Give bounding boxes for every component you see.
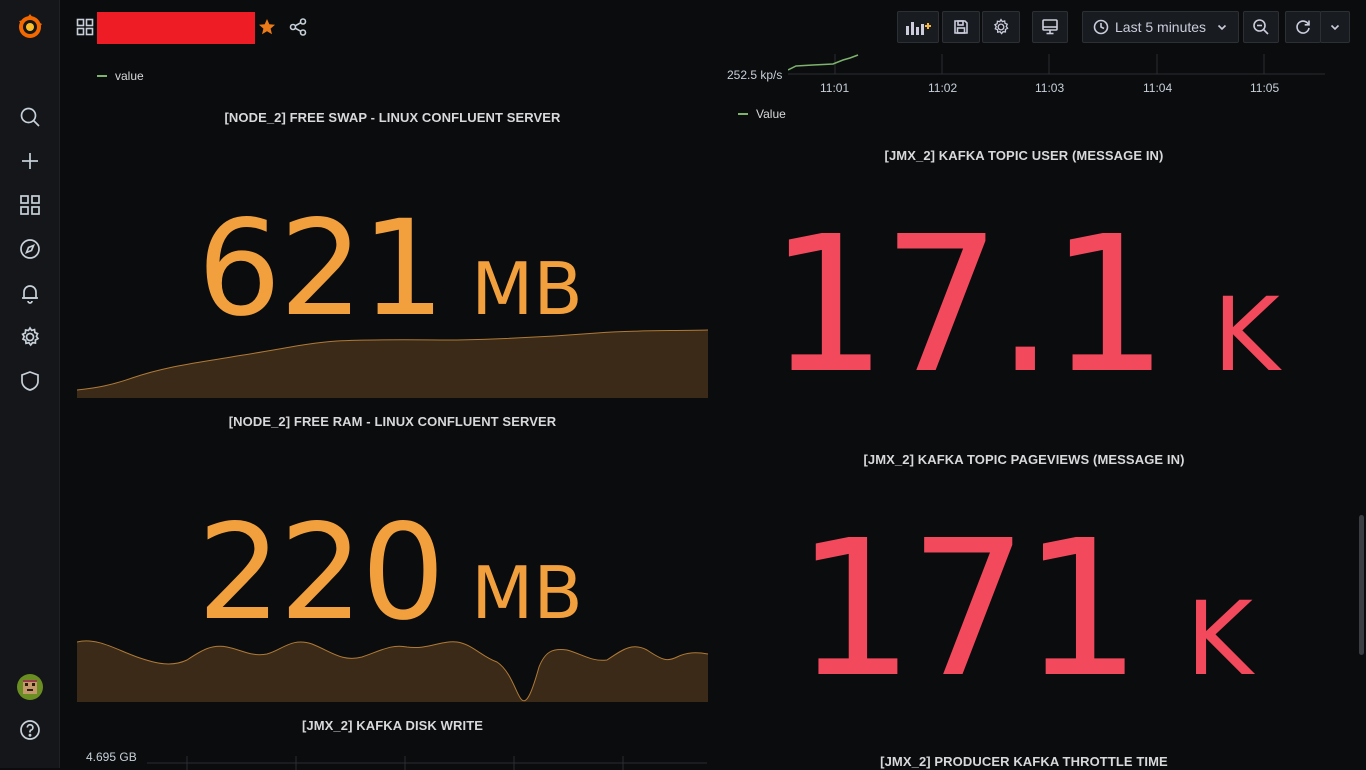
graph-plot	[788, 54, 1325, 75]
stat-panel-free-swap: [NODE_2] FREE SWAP - LINUX CONFLUENT SER…	[77, 100, 708, 400]
graph-panel-top-right: 252.5 kp/s 11:01 11:02 11:03 11:04 11:05…	[722, 54, 1332, 134]
graph-panel-disk-write: [JMX_2] KAFKA DISK WRITE 4.695 GB	[77, 708, 708, 770]
y-axis-tick: 252.5 kp/s	[727, 68, 783, 82]
x-axis-tick: 11:02	[928, 81, 958, 95]
stat-value: 621 MB	[77, 203, 708, 335]
dashboards-icon[interactable]	[12, 187, 48, 223]
refresh-button[interactable]	[1285, 11, 1321, 43]
add-panel-button[interactable]	[897, 11, 939, 43]
chevron-down-icon	[1329, 21, 1341, 33]
legend-label: Value	[756, 107, 786, 121]
stat-value: 17.1 K	[722, 212, 1326, 400]
dashboard-settings-button[interactable]	[982, 11, 1020, 43]
save-dashboard-button[interactable]	[942, 11, 980, 43]
time-range-picker[interactable]: Last 5 minutes	[1082, 11, 1239, 43]
panel-title[interactable]: [JMX_2] PRODUCER KAFKA THROTTLE TIME	[722, 754, 1326, 769]
x-axis-tick: 11:01	[820, 81, 850, 95]
sparkline	[77, 640, 708, 702]
settings-icon[interactable]	[12, 319, 48, 355]
refresh-interval-dropdown[interactable]	[1320, 11, 1350, 43]
x-axis-tick: 11:03	[1035, 81, 1065, 95]
legend-swatch	[97, 75, 107, 77]
stat-unit: K	[1185, 580, 1253, 699]
help-icon[interactable]	[12, 712, 48, 748]
legend-item[interactable]: Value	[738, 107, 786, 121]
shield-icon[interactable]	[12, 363, 48, 399]
stat-number: 621	[197, 192, 445, 346]
legend-swatch	[738, 113, 748, 115]
stat-panel-topic-user: [JMX_2] KAFKA TOPIC USER (MESSAGE IN) 17…	[722, 138, 1326, 438]
x-axis-tick: 11:04	[1143, 81, 1173, 95]
x-axis-tick: 11:05	[1250, 81, 1280, 95]
panel-throttle-time: [JMX_2] PRODUCER KAFKA THROTTLE TIME	[722, 746, 1326, 769]
scrollbar-thumb[interactable]	[1359, 515, 1364, 655]
series-line	[788, 54, 859, 71]
panel-title[interactable]: [JMX_2] KAFKA TOPIC PAGEVIEWS (MESSAGE I…	[722, 452, 1326, 467]
explore-icon[interactable]	[12, 231, 48, 267]
time-range-label: Last 5 minutes	[1115, 19, 1207, 35]
stat-panel-topic-pageviews: [JMX_2] KAFKA TOPIC PAGEVIEWS (MESSAGE I…	[722, 442, 1326, 742]
plus-icon[interactable]	[12, 143, 48, 179]
grafana-logo-icon[interactable]	[12, 9, 48, 45]
stat-number: 17.1	[768, 196, 1169, 415]
sparkline	[77, 329, 708, 398]
alerting-icon[interactable]	[12, 275, 48, 311]
share-icon[interactable]	[288, 17, 308, 42]
dashboards-icon[interactable]	[76, 18, 94, 41]
panel-title[interactable]: [NODE_2] FREE SWAP - LINUX CONFLUENT SER…	[77, 110, 708, 125]
zoom-out-button[interactable]	[1243, 11, 1279, 43]
dashboard-title[interactable]	[97, 12, 255, 44]
legend-label: value	[115, 69, 144, 83]
panel-title[interactable]: [NODE_2] FREE RAM - LINUX CONFLUENT SERV…	[77, 414, 708, 429]
search-icon[interactable]	[12, 99, 48, 135]
panel-title[interactable]: [JMX_2] KAFKA DISK WRITE	[77, 718, 708, 733]
stat-unit: MB	[471, 551, 583, 635]
stat-number: 171	[795, 500, 1142, 719]
legend-item[interactable]: value	[97, 69, 144, 83]
tv-mode-button[interactable]	[1032, 11, 1068, 43]
stat-unit: K	[1212, 276, 1280, 395]
stat-value: 220 MB	[77, 507, 708, 639]
panel-title[interactable]: [JMX_2] KAFKA TOPIC USER (MESSAGE IN)	[722, 148, 1326, 163]
stat-panel-free-ram: [NODE_2] FREE RAM - LINUX CONFLUENT SERV…	[77, 404, 708, 704]
stat-value: 171 K	[722, 516, 1326, 704]
stat-unit: MB	[471, 247, 583, 331]
chevron-down-icon	[1216, 21, 1228, 33]
star-icon[interactable]	[258, 18, 276, 41]
clock-icon	[1093, 19, 1109, 35]
y-axis-tick: 4.695 GB	[86, 750, 137, 764]
sidebar	[0, 0, 60, 768]
stat-number: 220	[197, 496, 445, 650]
top-navbar: Last 5 minutes	[60, 0, 1366, 54]
avatar[interactable]	[12, 669, 48, 705]
